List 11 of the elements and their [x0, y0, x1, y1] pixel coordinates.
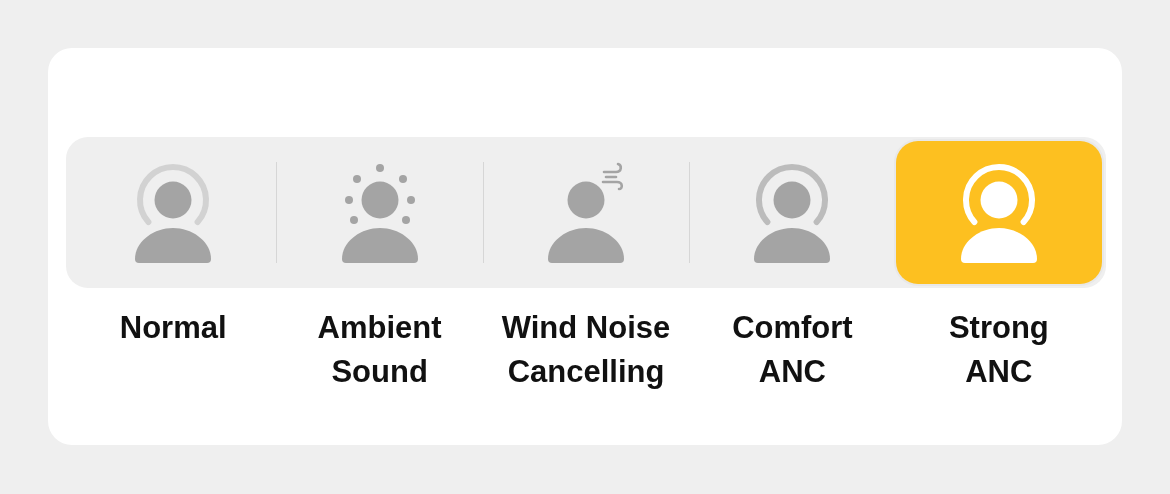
- person-wind-icon: [546, 161, 626, 264]
- mode-label: Normal: [119, 309, 227, 347]
- person-halo-icon: [752, 161, 833, 264]
- person-halo-icon: [133, 161, 214, 264]
- mode-label: Wind Noise Cancelling: [501, 309, 671, 391]
- mode-label: Strong ANC: [948, 309, 1049, 391]
- person-dots-icon: [339, 161, 420, 264]
- mode-label: Ambient Sound: [317, 309, 442, 391]
- mode-option[interactable]: [895, 141, 1103, 284]
- person-halo-icon: [958, 161, 1039, 264]
- mode-label: Comfort ANC: [732, 309, 853, 391]
